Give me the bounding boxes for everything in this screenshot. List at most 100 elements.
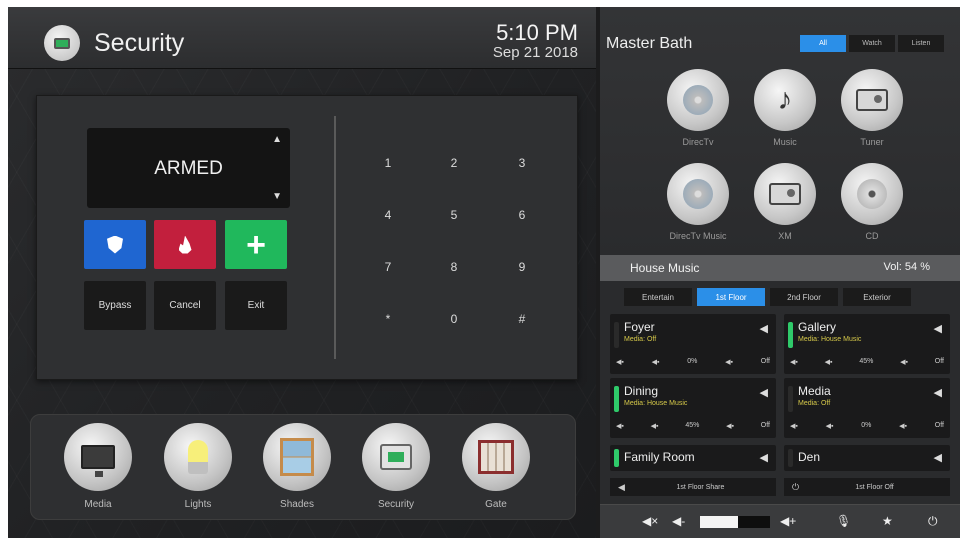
floor-share-button[interactable]: ◀ 1st Floor Share: [610, 478, 776, 496]
key-1[interactable]: 1: [373, 156, 403, 170]
key-4[interactable]: 4: [373, 208, 403, 222]
zone-foyer[interactable]: Foyer Media: Off ◀ ◀▪ ◀▪ 0% ◀▪ Off: [610, 314, 776, 374]
volume-up-icon[interactable]: ◀▪: [899, 422, 907, 430]
key-9[interactable]: 9: [507, 260, 537, 274]
zone-family-room[interactable]: Family Room ◀: [610, 445, 776, 471]
key-3[interactable]: 3: [507, 156, 537, 170]
volume-up-icon[interactable]: ◀▪: [725, 358, 733, 366]
top-bar: Security 5:10 PM Sep 21 2018: [8, 7, 596, 69]
dock-item-media[interactable]: Media: [61, 423, 135, 510]
share-icon[interactable]: ◀: [760, 386, 768, 399]
window-icon: [280, 438, 314, 476]
zone-name: Media: [798, 384, 831, 398]
share-icon[interactable]: ◀: [760, 451, 768, 464]
volume-slider[interactable]: [700, 516, 770, 528]
source-tuner[interactable]: Tuner: [832, 69, 912, 147]
key-8[interactable]: 8: [439, 260, 469, 274]
zone-media[interactable]: Media Media: Off ◀ ◀▪ ◀▪ 0% ◀▪ Off: [784, 378, 950, 438]
volume-mute-icon[interactable]: ◀▪: [826, 422, 834, 430]
floor-tabs: Entertain 1st Floor 2nd Floor Exterior: [624, 288, 911, 306]
key-star[interactable]: *: [373, 312, 403, 326]
zone-media: Media: House Music: [624, 400, 688, 407]
app-dock: Media Lights Shades Security Gate: [30, 414, 576, 520]
key-5[interactable]: 5: [439, 208, 469, 222]
volume-down-icon[interactable]: ◀▪: [616, 358, 624, 366]
tab-2nd-floor[interactable]: 2nd Floor: [770, 288, 838, 306]
volume-up-icon[interactable]: ◀▪: [726, 422, 734, 430]
zone-power[interactable]: Off: [761, 422, 770, 430]
zone-power[interactable]: Off: [761, 358, 770, 366]
zone-indicator: [788, 386, 793, 412]
music-note-icon: ♪: [777, 83, 793, 116]
mute-icon[interactable]: ◀×: [642, 514, 658, 528]
floor-off-button[interactable]: ⏻ 1st Floor Off: [784, 478, 950, 496]
armed-status-text: ARMED: [154, 158, 223, 179]
scroll-down-icon[interactable]: ▼: [272, 191, 282, 202]
cancel-button[interactable]: Cancel: [154, 281, 216, 330]
house-music-volume: Vol: 54 %: [883, 261, 930, 273]
monitor-icon: [81, 445, 115, 477]
volume-up-icon[interactable]: ◀▪: [900, 358, 908, 366]
tab-exterior[interactable]: Exterior: [843, 288, 911, 306]
share-icon[interactable]: ◀: [934, 451, 942, 464]
dock-item-shades[interactable]: Shades: [260, 423, 334, 510]
share-icon[interactable]: ◀: [934, 386, 942, 399]
tab-all[interactable]: All: [800, 35, 846, 52]
exit-button[interactable]: Exit: [225, 281, 287, 330]
volume-down-icon[interactable]: ◀▪: [616, 422, 624, 430]
source-music[interactable]: ♪ Music: [745, 69, 825, 147]
source-xm[interactable]: XM: [745, 163, 825, 241]
tab-entertain[interactable]: Entertain: [624, 288, 692, 306]
volume-down-icon[interactable]: ◀▪: [790, 358, 798, 366]
scroll-up-icon[interactable]: ▲: [272, 134, 282, 145]
zone-volume: 45%: [685, 422, 700, 429]
bypass-button[interactable]: Bypass: [84, 281, 146, 330]
share-icon[interactable]: ◀: [934, 322, 942, 335]
zone-power[interactable]: Off: [935, 358, 944, 366]
key-0[interactable]: 0: [439, 312, 469, 326]
tab-1st-floor[interactable]: 1st Floor: [697, 288, 765, 306]
medical-button[interactable]: +: [225, 220, 287, 269]
house-music-title: House Music: [630, 261, 700, 275]
security-app-icon[interactable]: [44, 25, 80, 61]
bulb-icon: [188, 440, 208, 474]
clock-time: 5:10 PM: [496, 20, 578, 45]
room-title: Master Bath: [606, 35, 693, 52]
zone-den[interactable]: Den ◀: [784, 445, 950, 471]
dock-label: Lights: [184, 499, 212, 510]
zone-name: Family Room: [624, 450, 695, 464]
volume-mute-icon[interactable]: ◀▪: [825, 358, 833, 366]
source-cd[interactable]: CD: [832, 163, 912, 241]
source-label: DirecTv Music: [669, 231, 727, 241]
key-6[interactable]: 6: [507, 208, 537, 222]
plus-icon: +: [246, 225, 266, 264]
star-icon[interactable]: ★: [882, 514, 893, 528]
source-directv-music[interactable]: DirecTv Music: [658, 163, 738, 241]
police-button[interactable]: [84, 220, 146, 269]
key-7[interactable]: 7: [373, 260, 403, 274]
zone-power[interactable]: Off: [935, 422, 944, 430]
volume-mute-icon[interactable]: ◀▪: [652, 358, 660, 366]
mode-tabs: All Watch Listen: [800, 35, 944, 52]
tab-watch[interactable]: Watch: [849, 35, 895, 52]
dock-item-lights[interactable]: Lights: [161, 423, 235, 510]
key-hash[interactable]: #: [507, 312, 537, 326]
cd-icon: [857, 179, 887, 209]
share-icon[interactable]: ◀: [760, 322, 768, 335]
fire-button[interactable]: [154, 220, 216, 269]
tab-listen[interactable]: Listen: [898, 35, 944, 52]
dock-label: Shades: [280, 499, 314, 510]
volume-down-icon[interactable]: ◀▪: [790, 422, 798, 430]
zone-name: Den: [798, 450, 821, 464]
volume-up-icon[interactable]: ◀+: [780, 514, 796, 528]
power-icon[interactable]: ⏻: [928, 514, 938, 529]
volume-mute-icon[interactable]: ◀▪: [651, 422, 659, 430]
source-directv[interactable]: DirecTv: [658, 69, 738, 147]
zone-dining[interactable]: Dining Media: House Music ◀ ◀▪ ◀▪ 45% ◀▪…: [610, 378, 776, 438]
volume-down-icon[interactable]: ◀-: [672, 514, 685, 528]
key-2[interactable]: 2: [439, 156, 469, 170]
dock-item-security[interactable]: Security: [359, 423, 433, 510]
zone-gallery[interactable]: Gallery Media: House Music ◀ ◀▪ ◀▪ 45% ◀…: [784, 314, 950, 374]
microphone-icon[interactable]: 🎙: [836, 514, 851, 528]
dock-item-gate[interactable]: Gate: [459, 423, 533, 510]
